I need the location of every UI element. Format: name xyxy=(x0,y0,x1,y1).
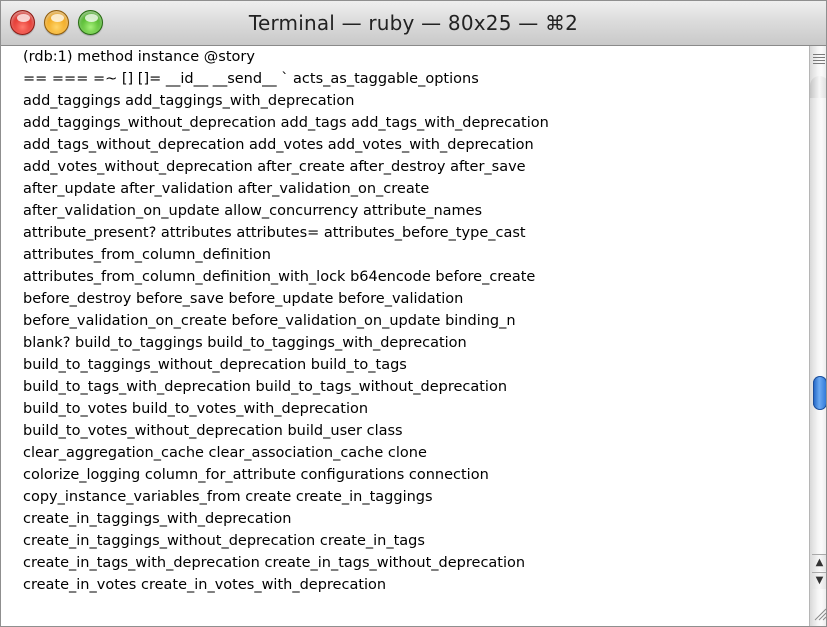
resize-grip-icon[interactable] xyxy=(812,606,827,621)
arrow-down-icon[interactable]: ▼ xyxy=(812,572,826,589)
terminal-line: attribute_present? attributes attributes… xyxy=(23,225,526,241)
terminal-line: colorize_logging column_for_attribute co… xyxy=(23,467,489,483)
title-bar[interactable]: Terminal — ruby — 80x25 — ⌘2 xyxy=(1,1,826,46)
terminal-line: before_validation_on_create before_valid… xyxy=(23,313,516,329)
window-title: Terminal — ruby — 80x25 — ⌘2 xyxy=(248,11,579,35)
terminal-line: create_in_tags_with_deprecation create_i… xyxy=(23,555,526,571)
terminal-line: after_update after_validation after_vali… xyxy=(23,181,430,197)
terminal-window: Terminal — ruby — 80x25 — ⌘2 (rdb:1) met… xyxy=(0,0,827,627)
terminal-output[interactable]: (rdb:1) method instance @story == === =~… xyxy=(1,46,801,626)
terminal-line: add_tags_without_deprecation add_votes a… xyxy=(23,137,534,153)
terminal-line: build_to_tags_with_deprecation build_to_… xyxy=(23,379,508,395)
terminal-line: copy_instance_variables_from create crea… xyxy=(23,489,433,505)
scroll-track-top-cap xyxy=(810,76,826,98)
terminal-line: add_votes_without_deprecation after_crea… xyxy=(23,159,526,175)
terminal-line: build_to_votes_without_deprecation build… xyxy=(23,423,403,439)
split-view-grip-icon[interactable] xyxy=(813,54,825,64)
terminal-line: create_in_taggings_without_deprecation c… xyxy=(23,533,425,549)
terminal-line: blank? build_to_taggings build_to_taggin… xyxy=(23,335,467,351)
terminal-line: == === =~ [] []= __id__ __send__ ` acts_… xyxy=(23,71,479,87)
terminal-line: clear_aggregation_cache clear_associatio… xyxy=(23,445,427,461)
terminal-line: build_to_taggings_without_deprecation bu… xyxy=(23,357,407,373)
vertical-scrollbar[interactable]: ▲ ▼ xyxy=(809,46,827,626)
terminal-line: create_in_taggings_with_deprecation xyxy=(23,511,292,527)
terminal-line: before_destroy before_save before_update… xyxy=(23,291,464,307)
scroll-thumb[interactable] xyxy=(813,376,826,410)
terminal-line: build_to_votes build_to_votes_with_depre… xyxy=(23,401,369,417)
arrow-up-icon[interactable]: ▲ xyxy=(812,554,826,571)
terminal-line: create_in_votes create_in_votes_with_dep… xyxy=(23,577,387,593)
terminal-line: after_validation_on_update allow_concurr… xyxy=(23,203,483,219)
terminal-line: (rdb:1) method instance @story xyxy=(23,49,255,65)
terminal-line: attributes_from_column_definition_with_l… xyxy=(23,269,536,285)
terminal-line: attributes_from_column_definition xyxy=(23,247,271,263)
terminal-line: add_taggings_without_deprecation add_tag… xyxy=(23,115,549,131)
terminal-line: add_taggings add_taggings_with_deprecati… xyxy=(23,93,355,109)
